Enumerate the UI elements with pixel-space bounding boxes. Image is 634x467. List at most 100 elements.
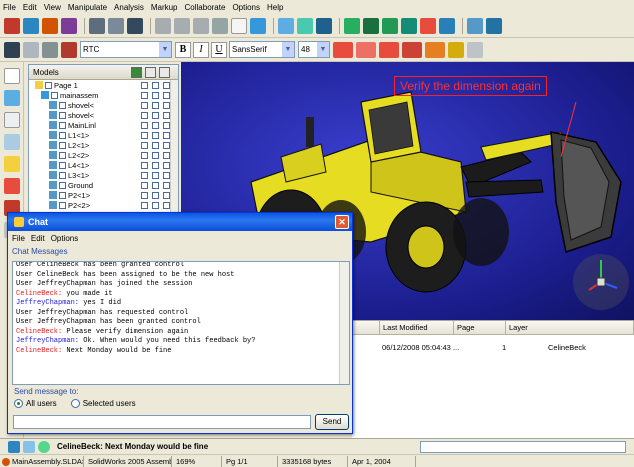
column-checkbox[interactable] [163, 81, 170, 89]
column-checkbox[interactable] [141, 191, 148, 199]
column-checkbox[interactable] [152, 111, 159, 119]
chat-titlebar[interactable]: Chat ✕ [8, 213, 352, 231]
menu-help[interactable]: Help [267, 3, 283, 12]
tree-item[interactable]: shovel< [35, 110, 178, 120]
measure-icon[interactable] [278, 17, 294, 34]
tree-item[interactable]: shovel< [35, 100, 178, 110]
column-checkbox[interactable] [163, 181, 170, 189]
line-color-icon[interactable] [333, 41, 353, 58]
font-size-combo[interactable]: 48 ▼ [298, 41, 330, 58]
column-checkbox[interactable] [152, 161, 159, 169]
layout-icon[interactable] [174, 17, 190, 34]
split-view-icon[interactable] [486, 17, 502, 34]
grid-icon[interactable] [155, 17, 171, 34]
column-checkbox[interactable] [163, 91, 170, 99]
chat-bubble-icon[interactable] [38, 440, 50, 453]
menu-manipulate[interactable]: Manipulate [68, 3, 107, 12]
line-tool-icon[interactable] [61, 41, 77, 58]
column-checkbox[interactable] [141, 101, 148, 109]
visibility-checkbox[interactable] [51, 91, 58, 99]
assembly-icon[interactable] [382, 17, 398, 34]
column-checkbox[interactable] [141, 201, 148, 209]
collaborate-icon[interactable] [439, 17, 455, 34]
visibility-checkbox[interactable] [59, 121, 66, 129]
column-checkbox[interactable] [141, 151, 148, 159]
tree-item[interactable]: L1<1> [35, 130, 178, 140]
visibility-checkbox[interactable] [59, 161, 66, 169]
column-checkbox[interactable] [152, 131, 159, 139]
table-icon[interactable] [145, 66, 156, 78]
zoom-icon[interactable] [212, 17, 228, 34]
fill-color-icon[interactable] [402, 41, 422, 58]
menu-options[interactable]: Options [232, 3, 260, 12]
delete-icon[interactable] [23, 41, 39, 58]
chevron-down-icon[interactable]: ▼ [159, 42, 171, 57]
window-icon[interactable] [467, 17, 483, 34]
visibility-checkbox[interactable] [59, 201, 66, 209]
collaboration-icon[interactable] [8, 440, 20, 453]
column-checkbox[interactable] [141, 131, 148, 139]
column-header-page[interactable]: Page [454, 321, 506, 334]
send-button[interactable]: Send [315, 414, 349, 430]
column-header-last-modified[interactable]: Last Modified [380, 321, 454, 334]
column-checkbox[interactable] [163, 131, 170, 139]
column-checkbox[interactable] [152, 181, 159, 189]
visibility-checkbox[interactable] [59, 181, 66, 189]
font-family-combo[interactable]: SansSerif ▼ [229, 41, 295, 58]
visibility-checkbox[interactable] [59, 151, 66, 159]
select-arrow-icon[interactable] [4, 68, 20, 84]
component-icon[interactable] [344, 17, 360, 34]
markup-pen-icon[interactable] [4, 178, 20, 194]
menu-edit[interactable]: Edit [23, 3, 37, 12]
markup-annotation-text[interactable]: Verify the dimension again [394, 76, 547, 96]
bold-button[interactable]: B [175, 41, 191, 58]
visibility-checkbox[interactable] [59, 131, 66, 139]
visibility-checkbox[interactable] [45, 81, 52, 89]
chat-menu-file[interactable]: File [12, 234, 25, 243]
visibility-checkbox[interactable] [59, 111, 66, 119]
chat-menu-options[interactable]: Options [51, 234, 79, 243]
tree-item[interactable]: L4<1> [35, 160, 178, 170]
split-icon[interactable] [193, 17, 209, 34]
visibility-checkbox[interactable] [59, 171, 66, 179]
chat-menu-edit[interactable]: Edit [31, 234, 45, 243]
column-checkbox[interactable] [163, 141, 170, 149]
column-checkbox[interactable] [152, 171, 159, 179]
note-icon[interactable] [4, 134, 20, 150]
close-icon[interactable]: ✕ [335, 215, 349, 229]
chat-scrollbar[interactable] [339, 262, 349, 384]
underline-button[interactable]: U [211, 41, 227, 58]
column-checkbox[interactable] [163, 151, 170, 159]
menu-view[interactable]: View [44, 3, 61, 12]
column-checkbox[interactable] [141, 81, 148, 89]
column-checkbox[interactable] [163, 161, 170, 169]
tree-item[interactable]: L3<1> [35, 170, 178, 180]
highlight-icon[interactable] [448, 41, 464, 58]
column-checkbox[interactable] [152, 91, 159, 99]
column-checkbox[interactable] [152, 141, 159, 149]
column-checkbox[interactable] [163, 191, 170, 199]
grid-view-icon[interactable] [159, 66, 170, 78]
line-weight-icon[interactable] [379, 41, 399, 58]
menu-analysis[interactable]: Analysis [114, 3, 144, 12]
selected-users-radio[interactable] [70, 399, 80, 408]
open-icon[interactable] [4, 17, 20, 34]
dimension-icon[interactable] [4, 90, 20, 106]
line-style-icon[interactable] [356, 41, 376, 58]
filter-icon[interactable] [42, 41, 58, 58]
column-checkbox[interactable] [152, 191, 159, 199]
column-checkbox[interactable] [152, 201, 159, 209]
save-icon[interactable] [4, 41, 20, 58]
notification-field[interactable] [420, 441, 626, 453]
tree-item[interactable]: P2<2> [35, 200, 178, 210]
menu-collaborate[interactable]: Collaborate [185, 3, 226, 12]
tree-item[interactable]: mainassem [35, 90, 178, 100]
view-icon[interactable] [108, 17, 124, 34]
column-checkbox[interactable] [141, 161, 148, 169]
chat-message-input[interactable] [13, 415, 311, 429]
users-icon[interactable] [23, 440, 35, 453]
column-checkbox[interactable] [152, 101, 159, 109]
visibility-icon[interactable] [131, 66, 142, 78]
highlighter-icon[interactable] [4, 156, 20, 172]
text-tool-icon[interactable] [4, 112, 20, 128]
